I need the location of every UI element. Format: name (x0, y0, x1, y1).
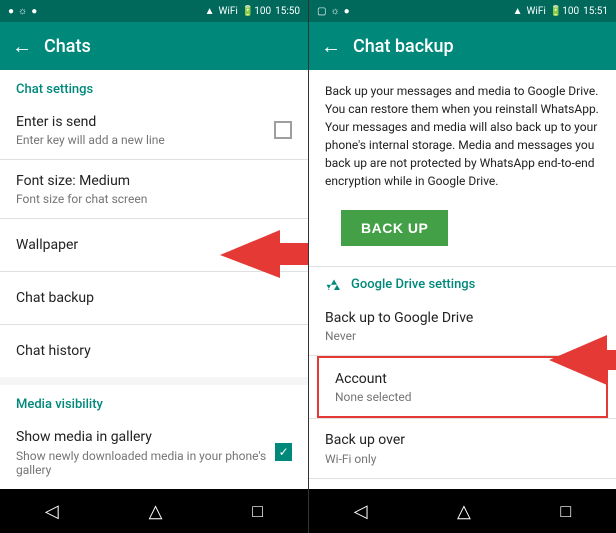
wallpaper-text: Wallpaper (16, 236, 78, 254)
account-secondary: None selected (335, 390, 590, 404)
bottom-nav-panel2: ◁ △ □ (309, 489, 616, 533)
google-drive-label: Google Drive settings (351, 277, 475, 292)
list-item-chat-backup[interactable]: Chat backup (0, 272, 308, 324)
dot-icon: ● (31, 6, 37, 17)
wifi-icon2: WiFi (527, 6, 546, 17)
media-visibility-header: Media visibility (0, 385, 308, 416)
time-panel2: 15:51 (583, 6, 608, 17)
battery-icon: 🔋100 (242, 6, 271, 17)
backup-over-text: Back up over Wi-Fi only (325, 431, 405, 465)
list-item-account[interactable]: Account None selected (317, 356, 608, 418)
wifi-icon: WiFi (219, 6, 238, 17)
status-left-panel2: ▢ ☼ ● (317, 6, 350, 17)
notification-icon: ● (8, 6, 14, 17)
status-bar-panel2: ▢ ☼ ● ▲ WiFi 🔋100 15:51 (309, 0, 616, 22)
notification-icon2: ▢ (317, 6, 326, 17)
backup-drive-text: Back up to Google Drive Never (325, 309, 473, 343)
section-divider (0, 377, 308, 385)
wallpaper-primary: Wallpaper (16, 236, 78, 254)
back-button-panel2[interactable]: ← (321, 34, 341, 59)
home-nav-panel1[interactable]: △ (149, 501, 163, 522)
backup-drive-primary: Back up to Google Drive (325, 309, 473, 327)
recent-nav-panel1[interactable]: □ (252, 501, 263, 522)
show-media-secondary: Show newly downloaded media in your phon… (16, 449, 275, 477)
topbar-panel1: ← Chats (0, 22, 308, 70)
backup-button[interactable]: BACK UP (341, 210, 448, 246)
list-item-backup-over[interactable]: Back up over Wi-Fi only (309, 419, 616, 477)
list-item-font-size[interactable]: Font size: Medium Font size for chat scr… (0, 160, 308, 218)
backup-button-wrapper: BACK UP (309, 202, 616, 266)
home-nav-panel2[interactable]: △ (457, 501, 471, 522)
drive-icon (325, 275, 343, 293)
topbar-panel2: ← Chat backup (309, 22, 616, 70)
font-size-secondary: Font size for chat screen (16, 192, 147, 206)
time-panel1: 15:50 (275, 6, 300, 17)
panel2-content: Back up your messages and media to Googl… (309, 70, 616, 489)
google-drive-header: Google Drive settings (309, 267, 616, 297)
status-right-panel2: ▲ WiFi 🔋100 15:51 (513, 6, 608, 17)
show-media-primary: Show media in gallery (16, 428, 275, 446)
panel2: ▢ ☼ ● ▲ WiFi 🔋100 15:51 ← Chat backup Ba… (308, 0, 616, 533)
dot-icon2: ● (344, 6, 350, 17)
panel1: ● ☼ ● ▲ WiFi 🔋100 15:50 ← Chats Chat set… (0, 0, 308, 533)
back-nav-panel1[interactable]: ◁ (45, 501, 59, 522)
show-media-text: Show media in gallery Show newly downloa… (16, 428, 275, 476)
enter-send-secondary: Enter key will add a new line (16, 133, 165, 147)
battery-icon2: 🔋100 (550, 6, 579, 17)
backup-over-secondary: Wi-Fi only (325, 452, 405, 466)
status-right-panel1: ▲ WiFi 🔋100 15:50 (205, 6, 300, 17)
enter-send-text: Enter is send Enter key will add a new l… (16, 113, 165, 147)
backup-over-primary: Back up over (325, 431, 405, 449)
show-media-checkbox[interactable] (275, 443, 292, 461)
enter-send-checkbox[interactable] (274, 121, 292, 139)
font-size-text: Font size: Medium Font size for chat scr… (16, 172, 147, 206)
list-item-wallpaper[interactable]: Wallpaper (0, 219, 308, 271)
chat-backup-primary: Chat backup (16, 289, 94, 307)
signal-icon: ▲ (205, 6, 215, 17)
brightness-icon2: ☼ (330, 6, 339, 17)
topbar-title-panel2: Chat backup (353, 36, 454, 57)
list-item-enter-send[interactable]: Enter is send Enter key will add a new l… (0, 101, 308, 159)
brightness-icon: ☼ (18, 6, 27, 17)
recent-nav-panel2[interactable]: □ (560, 501, 571, 522)
status-bar-panel1: ● ☼ ● ▲ WiFi 🔋100 15:50 (0, 0, 308, 22)
status-left-panel1: ● ☼ ● (8, 6, 37, 17)
signal-icon2: ▲ (513, 6, 523, 17)
bottom-nav-panel1: ◁ △ □ (0, 489, 308, 533)
back-button-panel1[interactable]: ← (12, 34, 32, 59)
panel1-content: Chat settings Enter is send Enter key wi… (0, 70, 308, 489)
backup-drive-secondary: Never (325, 329, 473, 343)
account-primary: Account (335, 370, 590, 388)
back-nav-panel2[interactable]: ◁ (354, 501, 368, 522)
list-item-chat-history[interactable]: Chat history (0, 325, 308, 377)
chat-history-primary: Chat history (16, 342, 91, 360)
chat-settings-header: Chat settings (0, 70, 308, 101)
list-item-include-videos[interactable]: Include videos (309, 479, 616, 489)
chat-history-text: Chat history (16, 342, 91, 360)
font-size-primary: Font size: Medium (16, 172, 147, 190)
list-item-show-media[interactable]: Show media in gallery Show newly downloa… (0, 416, 308, 488)
topbar-title-panel1: Chats (44, 36, 91, 57)
chat-backup-text: Chat backup (16, 289, 94, 307)
list-item-backup-drive[interactable]: Back up to Google Drive Never (309, 297, 616, 355)
backup-description: Back up your messages and media to Googl… (309, 70, 616, 202)
enter-send-primary: Enter is send (16, 113, 165, 131)
